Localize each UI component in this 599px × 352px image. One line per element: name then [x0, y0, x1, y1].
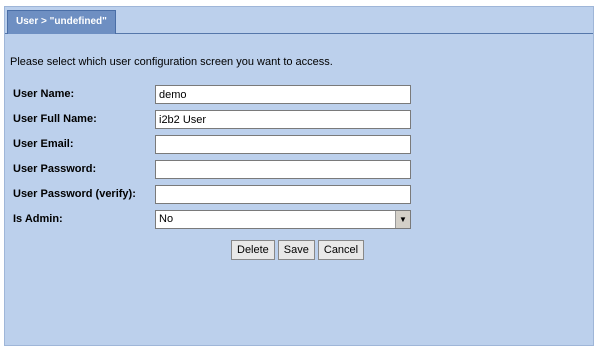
full-name-row: User Full Name: [13, 110, 413, 130]
email-field[interactable] [155, 135, 411, 154]
password-verify-field[interactable] [155, 185, 411, 204]
tab-strip: User > "undefined" [5, 7, 593, 34]
is-admin-row: Is Admin: No ▼ [13, 210, 413, 230]
intro-text: Please select which user configuration s… [10, 56, 333, 68]
user-config-panel: User > "undefined" Please select which u… [4, 6, 594, 346]
chevron-down-icon[interactable]: ▼ [395, 211, 410, 228]
email-label: User Email: [13, 138, 74, 150]
full-name-label: User Full Name: [13, 113, 97, 125]
username-label: User Name: [13, 88, 75, 100]
password-verify-row: User Password (verify): [13, 185, 413, 205]
cancel-button[interactable]: Cancel [317, 240, 365, 260]
username-field[interactable] [155, 85, 411, 104]
password-label: User Password: [13, 163, 97, 175]
username-row: User Name: [13, 85, 413, 105]
tab-user-undefined[interactable]: User > "undefined" [7, 10, 116, 34]
is-admin-label: Is Admin: [13, 213, 63, 225]
delete-button[interactable]: Delete [231, 240, 275, 260]
password-verify-label: User Password (verify): [13, 188, 136, 200]
action-buttons: Delete Save Cancel [231, 240, 367, 260]
save-button[interactable]: Save [277, 240, 315, 260]
full-name-field[interactable] [155, 110, 411, 129]
is-admin-select[interactable]: No ▼ [155, 210, 411, 229]
email-row: User Email: [13, 135, 413, 155]
is-admin-value: No [159, 213, 174, 225]
password-row: User Password: [13, 160, 413, 180]
password-field[interactable] [155, 160, 411, 179]
